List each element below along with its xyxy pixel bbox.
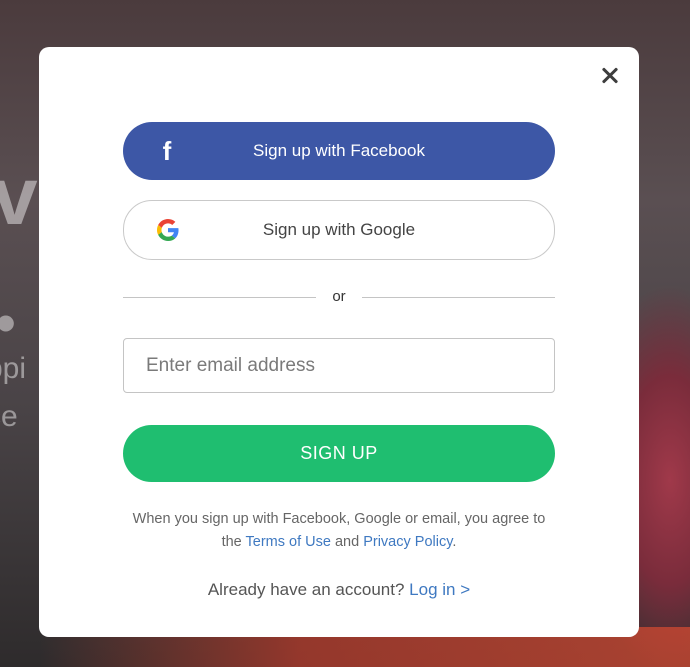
background-text-line-2: ce [0, 400, 18, 433]
facebook-icon: f [162, 136, 172, 166]
privacy-policy-link[interactable]: Privacy Policy [363, 534, 452, 550]
divider-left [123, 297, 316, 298]
email-input[interactable] [123, 338, 555, 393]
divider-or-text: or [332, 288, 346, 305]
terms-notice: When you sign up with Facebook, Google o… [123, 508, 555, 554]
signup-button-label: SIGN UP [300, 443, 378, 463]
background-dot: • [0, 290, 16, 355]
close-icon[interactable] [598, 64, 622, 88]
login-prompt: Already have an account? Log in > [123, 580, 555, 600]
google-signup-label: Sign up with Google [262, 220, 416, 239]
google-icon [156, 218, 180, 242]
divider-right [362, 297, 555, 298]
terms-middle: and [330, 534, 364, 550]
login-prompt-text: Already have an account? [207, 580, 405, 599]
facebook-signup-label: Sign up with Facebook [253, 141, 425, 160]
login-link[interactable]: Log in > [409, 580, 470, 599]
google-signup-button[interactable]: Sign up with Google [123, 200, 555, 260]
terms-of-use-link[interactable]: Terms of Use [246, 534, 331, 550]
background-text-line-1: ppi [0, 352, 27, 385]
facebook-signup-button[interactable]: f Sign up with Facebook [123, 122, 555, 180]
terms-suffix: . [452, 534, 457, 550]
signup-button[interactable]: SIGN UP [123, 425, 555, 482]
